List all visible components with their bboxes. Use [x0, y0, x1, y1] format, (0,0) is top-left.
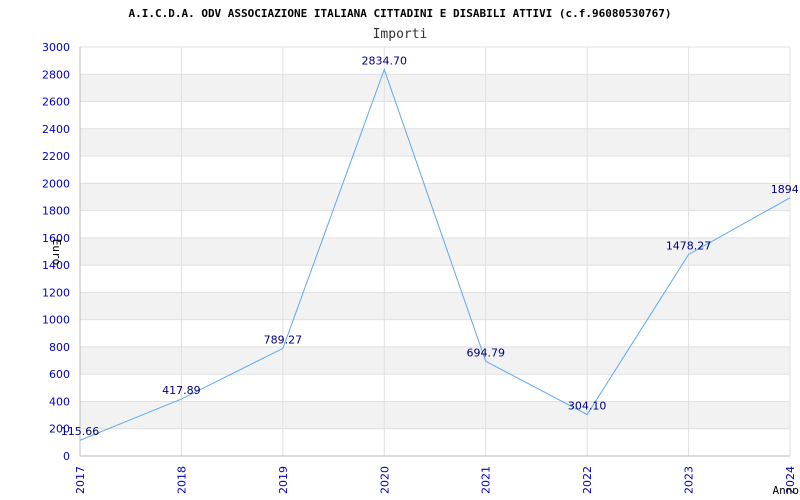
y-tick-label: 1000 [42, 314, 70, 327]
chart-subtitle: Importi [373, 27, 428, 42]
x-tick-label: 2021 [480, 466, 493, 494]
y-tick-label: 2800 [42, 68, 70, 81]
y-tick-label: 400 [49, 395, 70, 408]
data-label: 789.27 [264, 333, 303, 346]
background-band [80, 401, 790, 429]
y-tick-label: 1200 [42, 286, 70, 299]
y-tick-label: 2400 [42, 123, 70, 136]
x-tick-label: 2023 [683, 466, 696, 494]
data-label: 2834.70 [362, 55, 408, 68]
data-label: 115.66 [61, 425, 100, 438]
background-band [80, 183, 790, 211]
chart-container: 0 200 400 600 800 1000 1200 1400 1600 1800 2000 220… [0, 0, 800, 500]
y-tick-label: 3000 [42, 41, 70, 54]
data-label: 417.89 [162, 384, 201, 397]
x-axis-label: Anno [773, 484, 800, 497]
y-tick-label: 600 [49, 368, 70, 381]
x-tick-labels: 2017 2018 2019 2020 2021 2022 2023 2024 [74, 466, 797, 494]
x-tick-label: 2022 [581, 466, 594, 494]
background-band [80, 74, 790, 102]
data-label: 694.79 [466, 346, 505, 359]
background-band [80, 346, 790, 375]
chart-title: A.I.C.D.A. ODV ASSOCIAZIONE ITALIANA CIT… [128, 7, 671, 20]
y-tick-label: 2600 [42, 96, 70, 109]
y-tick-label: 2200 [42, 150, 70, 163]
background-band [80, 292, 790, 320]
y-tick-label: 2000 [42, 177, 70, 190]
x-tick-label: 2020 [378, 466, 391, 494]
y-tick-label: 800 [49, 341, 70, 354]
data-label: 304.10 [568, 400, 607, 413]
x-tick-label: 2017 [74, 466, 87, 494]
y-tick-label: 1800 [42, 205, 70, 218]
y-tick-label: 0 [63, 450, 70, 463]
data-label: 1478.27 [666, 239, 712, 252]
data-label: 1894.2 [771, 183, 800, 196]
line-chart: 0200400600800100012001400160018002000220… [42, 7, 800, 497]
x-tick-label: 2018 [175, 466, 188, 494]
x-tick-label: 2019 [277, 466, 290, 494]
y-axis-label: Euro [50, 239, 63, 266]
background-band [80, 128, 790, 157]
